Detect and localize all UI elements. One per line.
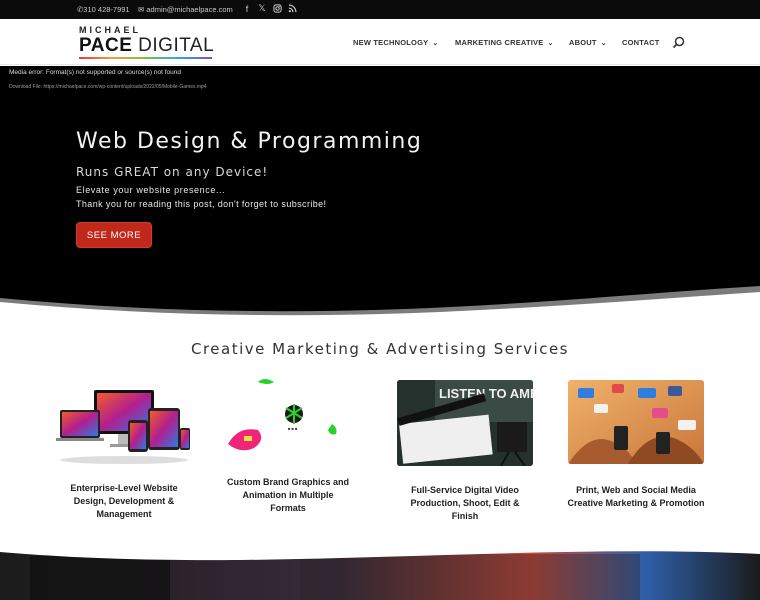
- facebook-icon[interactable]: f: [242, 3, 252, 14]
- svg-text:■ ■ ■: ■ ■ ■: [288, 426, 298, 431]
- hero-subtitle: Runs GREAT on any Device!: [76, 165, 269, 179]
- services-heading: Creative Marketing & Advertising Service…: [190, 340, 570, 358]
- logo-line-michael: MICHAEL: [79, 25, 141, 35]
- chevron-down-icon: ⌄: [432, 40, 439, 47]
- chevron-down-icon: ⌄: [600, 40, 607, 47]
- see-more-button[interactable]: SEE MORE: [76, 222, 152, 248]
- phone-number[interactable]: ✆310 428-7991: [77, 5, 130, 14]
- chevron-down-icon: ⌄: [547, 40, 554, 47]
- service-image-social-media[interactable]: [568, 380, 704, 464]
- instagram-icon[interactable]: [272, 3, 282, 14]
- search-icon[interactable]: [672, 36, 686, 50]
- top-bar: ✆310 428-7991 ✉ admin@michaelpace.com f …: [0, 0, 760, 19]
- service-image-brand-graphics[interactable]: ■ ■ ■: [224, 378, 352, 464]
- hero-section: Media error: Format(s) not supported or …: [0, 66, 760, 316]
- service-image-web-devices[interactable]: [56, 378, 192, 468]
- next-section-preview: [0, 548, 760, 600]
- hero-title: Web Design & Programming: [76, 129, 423, 154]
- rss-icon[interactable]: [287, 3, 297, 14]
- logo-color-bar: [79, 57, 212, 59]
- svg-text:LISTEN TO AMERICA: LISTEN TO AMERICA: [439, 386, 533, 401]
- nav-new-technology[interactable]: NEW TECHNOLOGY ⌄: [353, 38, 438, 47]
- service-image-video-production[interactable]: LISTEN TO AMERICA: [397, 380, 533, 466]
- service-title-video: Full-Service Digital Video Production, S…: [410, 485, 520, 521]
- x-icon[interactable]: 𝕏: [257, 3, 267, 14]
- email-link[interactable]: ✉ admin@michaelpace.com: [138, 5, 233, 14]
- service-title-graphics: Custom Brand Graphics and Animation in M…: [226, 477, 350, 513]
- download-file-link[interactable]: Download File: https://michaelpace.com/w…: [9, 84, 207, 90]
- nav-contact[interactable]: CONTACT: [622, 38, 660, 47]
- nav-marketing-creative[interactable]: MARKETING CREATIVE ⌄: [455, 38, 554, 47]
- hero-text-line2: Thank you for reading this post, don't f…: [76, 199, 327, 209]
- service-title-web: Enterprise-Level Website Design, Develop…: [70, 483, 178, 519]
- bottom-background-image: [0, 548, 760, 600]
- hero-text-line1: Elevate your website presence...: [76, 185, 226, 195]
- services-section: Creative Marketing & Advertising Service…: [0, 318, 760, 548]
- logo-line-pace-digital: PACE DIGITAL: [79, 35, 215, 56]
- nav-about[interactable]: ABOUT ⌄: [569, 38, 607, 47]
- site-header: MICHAEL PACE DIGITAL NEW TECHNOLOGY ⌄ MAR…: [0, 19, 760, 65]
- media-error-text: Media error: Format(s) not supported or …: [9, 69, 181, 76]
- site-logo[interactable]: MICHAEL PACE DIGITAL: [79, 25, 215, 59]
- wave-divider: [0, 286, 760, 318]
- service-title-social: Print, Web and Social Media Creative Mar…: [567, 485, 705, 508]
